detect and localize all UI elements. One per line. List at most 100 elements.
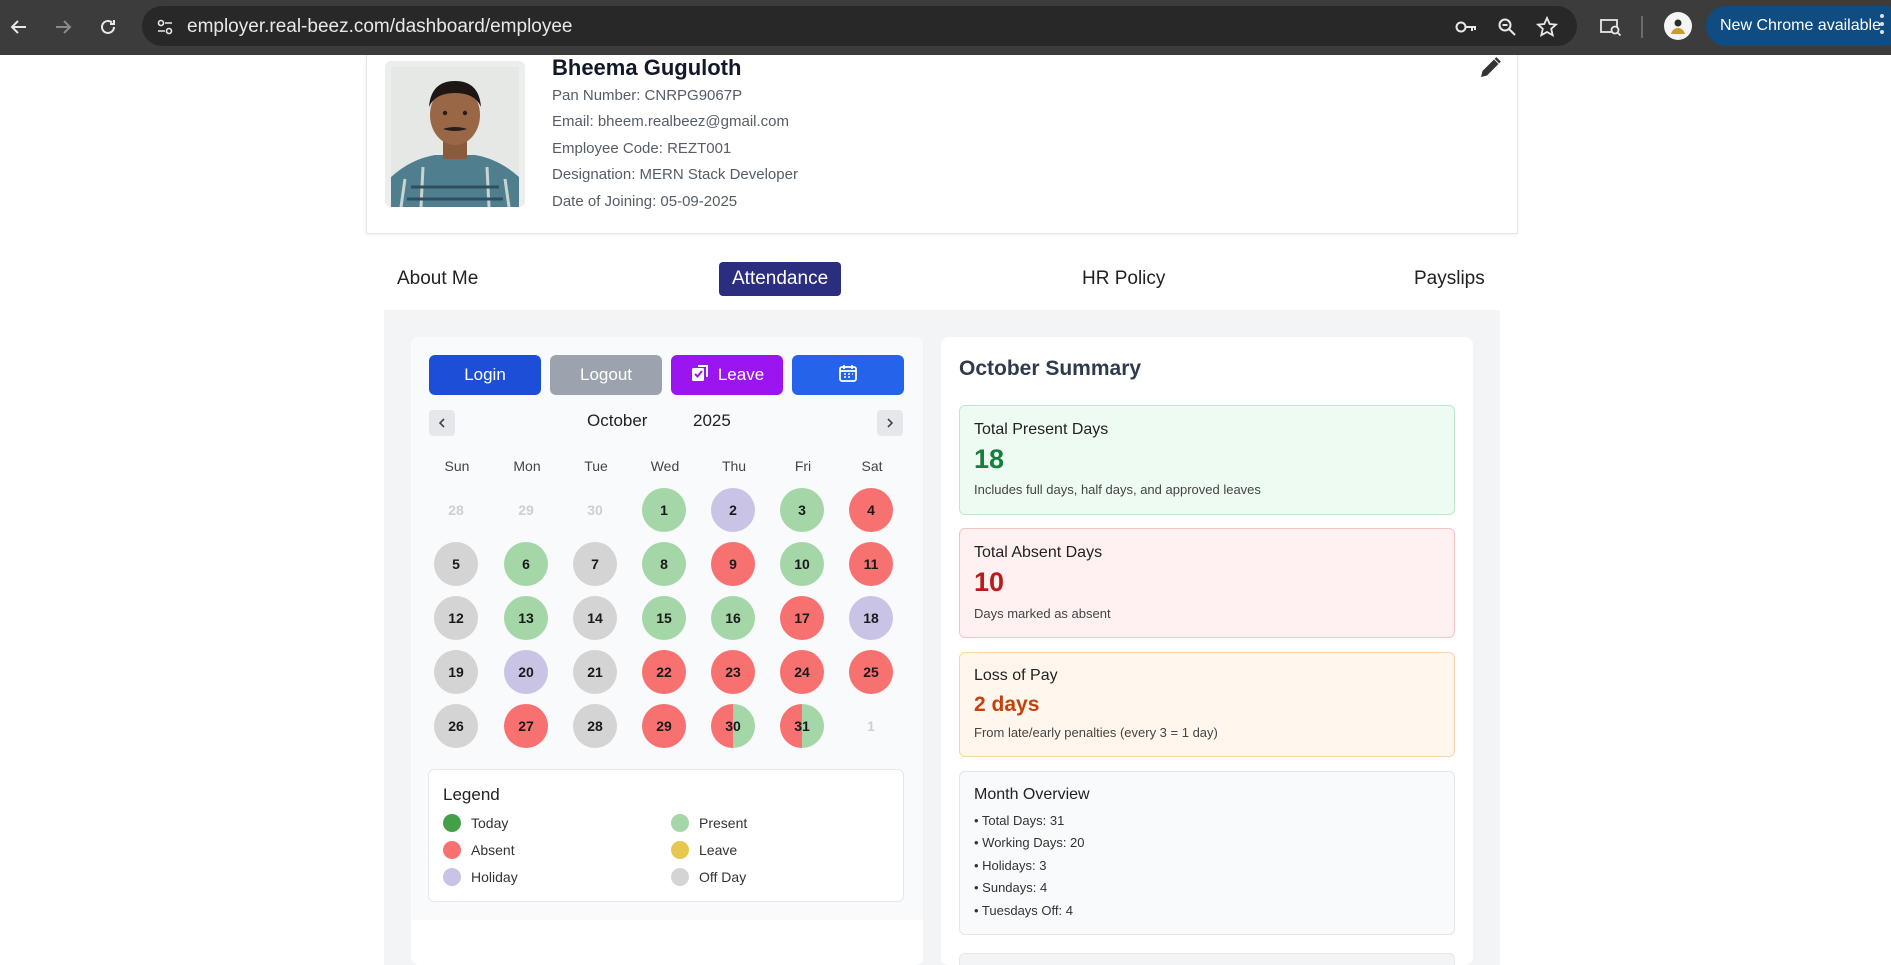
legend-swatch [671,814,689,832]
calendar-button[interactable] [792,355,904,395]
weekday-header: Fri [794,458,812,474]
calendar-day-cell[interactable]: 29 [642,704,686,748]
absent-days-card: Total Absent Days 10 Days marked as abse… [959,528,1455,638]
chrome-menu-icon[interactable] [1880,14,1884,38]
back-arrow-icon[interactable] [4,12,34,42]
absent-days-label: Total Absent Days [974,544,1103,561]
loss-of-pay-label: Loss of Pay [974,667,1058,684]
calendar-day-cell[interactable]: 9 [711,542,755,586]
calendar-day-cell[interactable]: 19 [434,650,478,694]
calendar-icon [838,363,858,388]
legend-label: Off Day [699,869,747,885]
password-key-icon[interactable] [1453,14,1479,40]
calendar-day-cell[interactable]: 7 [573,542,617,586]
toolbar-divider [1641,16,1643,38]
legend-label: Absent [471,842,515,858]
legend-title: Legend [443,785,500,804]
legend-label: Holiday [471,869,518,885]
overview-holidays: • Holidays: 3 [974,858,1047,873]
calendar-day-cell[interactable]: 18 [849,596,893,640]
leave-button-label: Leave [717,365,765,384]
tab-hr-policy[interactable]: HR Policy [1082,262,1165,296]
employee-designation: Designation: MERN Stack Developer [552,166,798,183]
prev-month-button[interactable] [429,410,455,436]
calendar-day-cell[interactable]: 26 [434,704,478,748]
login-button[interactable]: Login [429,355,541,395]
browser-toolbar: employer.real-beez.com/dashboard/employe… [0,0,1891,55]
calendar-day-cell[interactable]: 21 [573,650,617,694]
site-settings-icon[interactable] [152,14,178,40]
legend-swatch [443,868,461,886]
month-overview-label: Month Overview [974,786,1090,803]
tab-about-me[interactable]: About Me [397,262,478,296]
profile-avatar-icon[interactable] [1664,12,1692,40]
calendar-month[interactable]: October [587,411,647,431]
calendar-day-cell[interactable]: 6 [504,542,548,586]
calendar-day-cell[interactable]: 5 [434,542,478,586]
calendar-day-cell[interactable]: 28 [573,704,617,748]
calendar-day-cell[interactable]: 16 [711,596,755,640]
calendar-year[interactable]: 2025 [693,411,731,431]
employee-photo [385,61,525,207]
address-bar[interactable]: employer.real-beez.com/dashboard/employe… [142,6,1577,46]
weekday-header: Wed [650,458,680,474]
calendar-day-cell[interactable]: 13 [504,596,548,640]
legend-label: Leave [699,842,738,858]
calendar-day-cell[interactable]: 3 [780,488,824,532]
calendar-day-cell: 28 [448,502,464,518]
present-days-label: Total Present Days [974,421,1109,438]
next-month-button[interactable] [877,410,903,436]
calendar-day-cell[interactable]: 8 [642,542,686,586]
profile-card: Bheema Guguloth Pan Number: CNRPG9067P E… [366,55,1518,234]
employee-name: Bheema Guguloth [552,55,742,80]
calendar-day-cell[interactable]: 15 [642,596,686,640]
legend-swatch [443,814,461,832]
calendar-day-cell[interactable]: 22 [642,650,686,694]
overview-working-days: • Working Days: 20 [974,835,1085,850]
weekday-header: Mon [513,458,541,474]
calendar-day-cell[interactable]: 10 [780,542,824,586]
employee-code: Employee Code: REZT001 [552,140,732,157]
present-days-note: Includes full days, half days, and appro… [974,482,1261,497]
legend-item: Present [671,814,747,832]
forward-arrow-icon[interactable] [48,12,78,42]
zoom-icon[interactable] [1494,14,1520,40]
calendar-day-cell[interactable]: 11 [849,542,893,586]
overview-total-days: • Total Days: 31 [974,813,1065,828]
bookmark-star-icon[interactable] [1534,14,1560,40]
weekday-header: Sat [861,458,883,474]
logout-button[interactable]: Logout [550,355,662,395]
chrome-update-button[interactable]: New Chrome available [1706,6,1891,46]
tab-attendance[interactable]: Attendance [719,262,842,296]
pan-number: Pan Number: CNRPG9067P [552,87,743,104]
calendar-day-cell[interactable]: 27 [504,704,548,748]
weekday-header: Sun [444,458,470,474]
calendar-day-cell[interactable]: 25 [849,650,893,694]
calendar-day-cell[interactable]: 1 [642,488,686,532]
calendar-day-cell[interactable]: 31 [780,704,824,748]
tab-search-icon[interactable] [1596,12,1626,42]
legend-label: Today [471,815,509,831]
calendar-day-cell[interactable]: 14 [573,596,617,640]
weekday-header: Tue [584,458,608,474]
calendar-day-cell[interactable]: 23 [711,650,755,694]
url-text[interactable]: employer.real-beez.com/dashboard/employe… [187,16,573,38]
month-overview-card: Month Overview • Total Days: 31 • Workin… [959,771,1455,935]
legend-swatch [671,868,689,886]
calendar-day-cell[interactable]: 12 [434,596,478,640]
calendar-day-cell[interactable]: 20 [504,650,548,694]
loss-of-pay-value: 2 days [974,693,1040,716]
calendar-day-cell[interactable]: 4 [849,488,893,532]
calendar-day-cell[interactable]: 24 [780,650,824,694]
present-days-value: 18 [974,444,1005,474]
reload-icon[interactable] [93,12,123,42]
leave-button[interactable]: Leave [671,355,783,395]
calendar-day-cell[interactable]: 2 [711,488,755,532]
edit-pencil-icon[interactable] [1477,55,1505,83]
calendar-day-cell[interactable]: 30 [711,704,755,748]
tab-payslips[interactable]: Payslips [1414,262,1485,296]
summary-title: October Summary [959,357,1142,380]
legend-item: Today [443,814,508,832]
calendar-legend: Legend Today Present Absent Leave Holiday Off… [428,769,904,902]
calendar-day-cell[interactable]: 17 [780,596,824,640]
